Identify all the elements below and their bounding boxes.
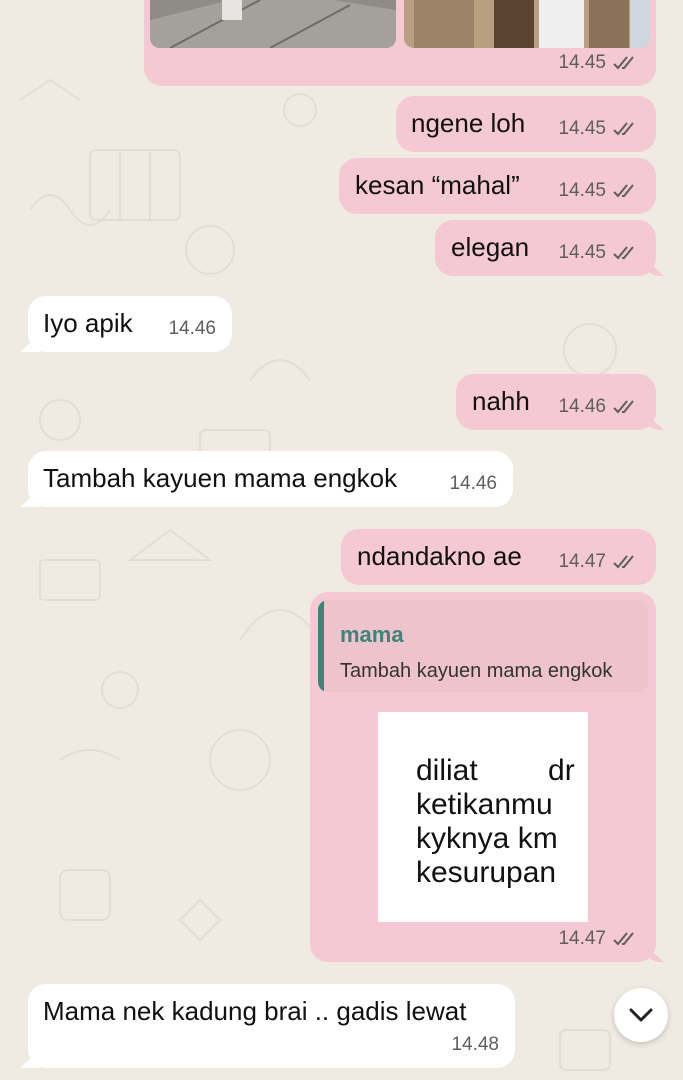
message-time: 14.45: [558, 52, 606, 73]
outgoing-message-bubble[interactable]: nahh 14.46: [456, 374, 656, 430]
sticker-line: kyknya km: [416, 822, 558, 855]
scroll-to-bottom-button[interactable]: [614, 988, 668, 1042]
double-check-icon: [613, 122, 634, 136]
chevron-down-icon: [629, 1008, 653, 1022]
message-text: Tambah kayuen mama engkok: [43, 463, 398, 493]
sticker-line: kesurupan: [416, 856, 557, 889]
message-meta: 14.48: [451, 1030, 499, 1060]
message-text: ngene loh: [411, 108, 526, 138]
message-meta: 14.46: [449, 469, 497, 499]
double-check-icon: [613, 555, 634, 569]
quote-author: mama: [340, 622, 404, 647]
quote-accent-bar: [318, 600, 324, 692]
message-time: 14.46: [449, 473, 497, 494]
message-text: Mama nek kadung brai .. gadis lewat: [43, 996, 467, 1026]
message-time: 14.46: [558, 396, 606, 417]
message-time: 14.46: [168, 318, 216, 339]
message-time: 14.47: [558, 551, 606, 572]
double-check-icon: [613, 932, 634, 946]
message-meta: 14.45: [558, 48, 640, 78]
message-meta: 14.46: [558, 392, 640, 422]
incoming-message-bubble[interactable]: Mama nek kadung brai .. gadis lewat 14.4…: [28, 984, 515, 1068]
outgoing-message-bubble[interactable]: kesan “mahal” 14.45: [339, 158, 656, 214]
message-meta: 14.47: [558, 924, 640, 954]
double-check-icon: [613, 400, 634, 414]
quoted-message[interactable]: mama Tambah kayuen mama engkok: [318, 600, 648, 692]
message-meta: 14.47: [558, 547, 640, 577]
message-meta: 14.45: [558, 114, 640, 144]
message-text: elegan: [451, 232, 530, 262]
message-meta: 14.45: [558, 238, 640, 268]
message-meta: 14.46: [168, 314, 216, 344]
outgoing-message-bubble[interactable]: ndandakno ae 14.47: [341, 529, 656, 585]
double-check-icon: [613, 246, 634, 260]
outgoing-message-bubble[interactable]: ngene loh 14.45: [396, 96, 656, 152]
photo-thumbnail[interactable]: [404, 0, 650, 48]
message-meta: 14.45: [558, 176, 640, 206]
quote-text: Tambah kayuen mama engkok: [340, 660, 613, 682]
incoming-message-bubble[interactable]: Tambah kayuen mama engkok 14.46: [28, 451, 513, 507]
double-check-icon: [613, 184, 634, 198]
message-time: 14.47: [558, 928, 606, 949]
sticker-line: diliat dr: [416, 754, 575, 787]
message-text: kesan “mahal”: [355, 170, 520, 200]
outgoing-message-bubble[interactable]: elegan 14.45: [435, 220, 656, 276]
photo-thumbnail[interactable]: [150, 0, 396, 48]
double-check-icon: [613, 56, 634, 70]
message-time: 14.48: [451, 1034, 499, 1055]
message-text: Iyo apik: [43, 308, 133, 338]
message-time: 14.45: [558, 180, 606, 201]
message-time: 14.45: [558, 118, 606, 139]
sticker-line: ketikanmu: [416, 788, 553, 821]
incoming-message-bubble[interactable]: Iyo apik 14.46: [28, 296, 232, 352]
sticker-image[interactable]: diliat dr ketikanmu kyknya km kesurupan: [378, 712, 588, 922]
message-text: ndandakno ae: [357, 541, 522, 571]
media-message-bubble[interactable]: 14.45: [144, 0, 656, 86]
message-time: 14.45: [558, 242, 606, 263]
message-text: nahh: [472, 386, 530, 416]
